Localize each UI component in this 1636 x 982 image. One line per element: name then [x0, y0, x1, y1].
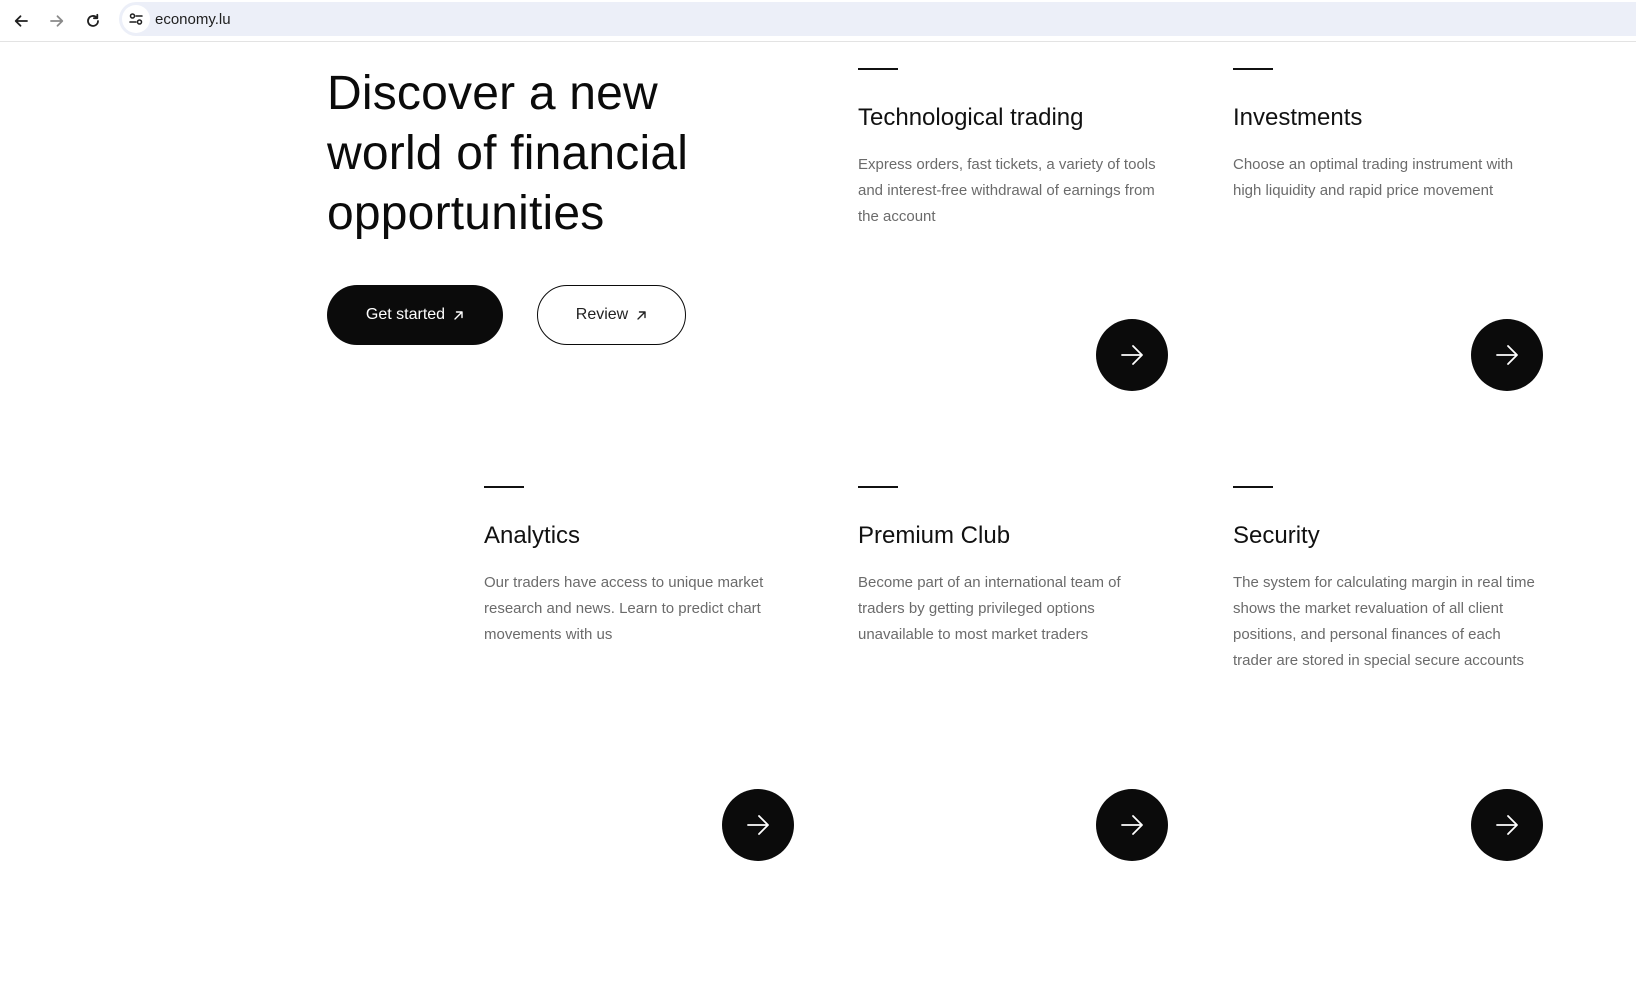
- forward-button[interactable]: [43, 7, 71, 35]
- address-bar[interactable]: economy.lu: [119, 2, 1636, 36]
- arrow-up-right-icon: [636, 310, 647, 321]
- url-text[interactable]: economy.lu: [155, 11, 231, 28]
- divider: [484, 486, 524, 488]
- premium-club-arrow-button[interactable]: [1096, 789, 1168, 861]
- arrow-right-icon: [1121, 815, 1143, 835]
- feature-title: Analytics: [484, 522, 581, 549]
- hero-title: Discover a new world of financial opport…: [327, 67, 689, 240]
- feature-title: Security: [1233, 522, 1320, 549]
- feature-description: Express orders, fast tickets, a variety …: [858, 156, 1156, 225]
- feature-description: Choose an optimal trading instrument wit…: [1233, 156, 1514, 199]
- arrow-right-icon: [1496, 815, 1518, 835]
- feature-description: Our traders have access to unique market…: [484, 574, 764, 643]
- arrow-right-icon: [1496, 345, 1518, 365]
- arrow-left-icon: [14, 15, 28, 27]
- back-button[interactable]: [7, 7, 35, 35]
- review-label: Review: [575, 306, 629, 323]
- arrow-right-icon: [1121, 345, 1143, 365]
- feature-description: Become part of an international team of …: [858, 574, 1121, 643]
- arrow-right-icon: [747, 815, 769, 835]
- divider: [1233, 68, 1273, 70]
- arrow-up-right-icon: [453, 310, 464, 321]
- divider: [858, 486, 898, 488]
- reload-button[interactable]: [79, 7, 107, 35]
- browser-toolbar: economy.lu: [0, 0, 1636, 42]
- analytics-arrow-button[interactable]: [722, 789, 794, 861]
- feature-title: Investments: [1233, 104, 1363, 131]
- tune-icon: [129, 13, 143, 25]
- review-button[interactable]: Review: [537, 285, 686, 345]
- arrow-right-icon: [50, 15, 64, 27]
- investments-arrow-button[interactable]: [1471, 319, 1543, 391]
- feature-title: Premium Club: [858, 522, 1011, 549]
- site-info-button[interactable]: [122, 5, 150, 33]
- feature-description: The system for calculating margin in rea…: [1233, 574, 1535, 669]
- security-arrow-button[interactable]: [1471, 789, 1543, 861]
- reload-icon: [87, 13, 99, 27]
- divider: [858, 68, 898, 70]
- page-content: Discover a new world of financial opport…: [0, 42, 1636, 982]
- divider: [1233, 486, 1273, 488]
- get-started-button[interactable]: Get started: [327, 285, 503, 345]
- technological-trading-arrow-button[interactable]: [1096, 319, 1168, 391]
- get-started-label: Get started: [365, 306, 446, 323]
- feature-title: Technological trading: [858, 104, 1084, 131]
